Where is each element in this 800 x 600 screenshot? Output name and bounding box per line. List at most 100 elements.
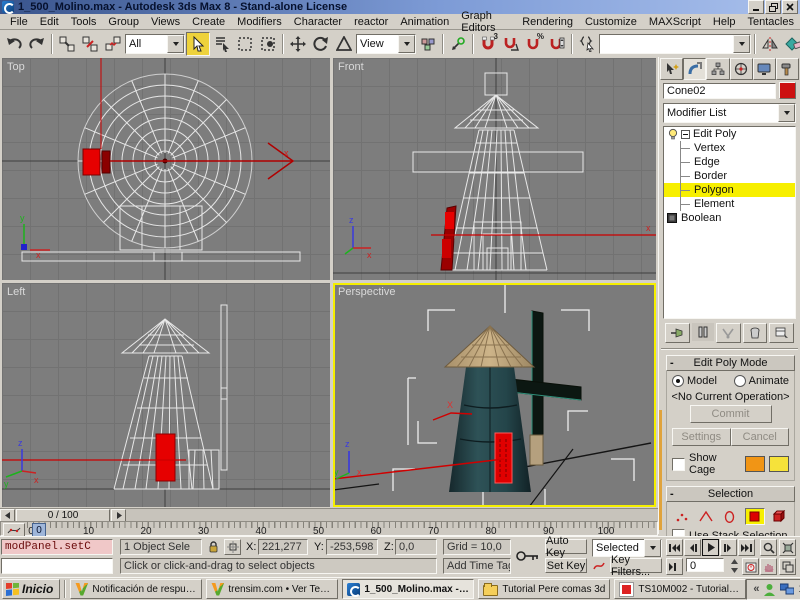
close-button[interactable]	[782, 0, 798, 14]
selection-header[interactable]: - Selection	[666, 486, 795, 502]
menu-item[interactable]: Views	[145, 15, 186, 29]
taskbar-task-button[interactable]: 1_500_Molino.max - ...	[342, 579, 474, 599]
menu-item[interactable]: Help	[707, 15, 742, 29]
select-by-name-icon[interactable]	[211, 33, 233, 55]
taskbar-task-button[interactable]: trensim.com • Ver Tema ...	[206, 579, 338, 599]
polygon-mode-icon[interactable]	[745, 508, 765, 525]
set-key-button[interactable]: Set Key	[545, 558, 587, 573]
remove-modifier-button[interactable]	[743, 323, 768, 343]
hierarchy-tab-icon[interactable]	[706, 58, 729, 80]
stack-subobject-item[interactable]: Polygon	[664, 183, 795, 197]
snap-toggle-3d-icon[interactable]: 3	[477, 33, 499, 55]
open-mini-curve-editor-button[interactable]	[3, 523, 25, 537]
bind-to-space-warp-icon[interactable]	[102, 33, 124, 55]
key-mode-toggle-button[interactable]	[666, 558, 683, 575]
select-and-scale-icon[interactable]	[333, 33, 355, 55]
border-mode-icon[interactable]	[721, 509, 739, 524]
menu-item[interactable]: Create	[186, 15, 231, 29]
network-tray-icon[interactable]	[780, 583, 794, 595]
restore-button[interactable]	[765, 0, 781, 14]
edit-poly-mode-header[interactable]: - Edit Poly Mode	[666, 355, 795, 371]
taskbar-task-button[interactable]: Notificación de respuest...	[70, 579, 202, 599]
settings-button[interactable]: Settings	[672, 428, 731, 446]
menu-item[interactable]: MAXScript	[643, 15, 707, 29]
menu-item[interactable]: Edit	[34, 15, 65, 29]
maximize-viewport-toggle-icon[interactable]	[779, 558, 796, 575]
make-unique-button[interactable]	[716, 323, 741, 343]
z-coord-field[interactable]: 0,0	[395, 539, 437, 555]
stack-subobject-item[interactable]: Edge	[664, 155, 795, 169]
start-button[interactable]: Inicio	[2, 579, 60, 599]
viewport-perspective[interactable]: Perspective	[333, 283, 656, 507]
pin-stack-button[interactable]	[665, 323, 690, 343]
next-frame-button[interactable]	[720, 539, 737, 556]
dropdown-arrow-icon[interactable]	[398, 35, 415, 53]
configure-modifier-sets-button[interactable]	[769, 323, 794, 343]
menu-item[interactable]: File	[4, 15, 34, 29]
time-configuration-button[interactable]	[742, 558, 759, 575]
menu-item[interactable]: Character	[288, 15, 348, 29]
auto-key-button[interactable]: Auto Key	[545, 539, 587, 554]
current-frame-field[interactable]: 0	[686, 558, 724, 572]
zoom-extents-icon[interactable]	[779, 539, 796, 556]
object-name-field[interactable]: Cone02	[663, 83, 776, 99]
show-cage-checkbox[interactable]	[672, 458, 685, 471]
animate-radio[interactable]: Animate	[734, 375, 789, 387]
y-coord-field[interactable]: -253,598	[326, 539, 378, 555]
modify-tab-icon[interactable]	[683, 58, 706, 80]
show-end-result-button[interactable]	[692, 323, 715, 341]
absolute-offset-toggle-icon[interactable]	[224, 539, 241, 555]
frame-spinner[interactable]	[730, 558, 739, 574]
menu-item[interactable]: Rendering	[516, 15, 579, 29]
select-and-link-icon[interactable]	[56, 33, 78, 55]
select-and-rotate-icon[interactable]	[310, 33, 332, 55]
dropdown-arrow-icon[interactable]	[167, 35, 184, 53]
named-selection-sets-icon[interactable]	[576, 33, 598, 55]
stack-subobject-item[interactable]: Element	[664, 197, 795, 211]
select-and-move-icon[interactable]	[287, 33, 309, 55]
percent-snap-toggle-icon[interactable]: %	[523, 33, 545, 55]
frame-forward-arrow[interactable]	[111, 509, 126, 522]
stack-subobject-item[interactable]: Border	[664, 169, 795, 183]
use-center-flyout-icon[interactable]	[417, 33, 439, 55]
play-button[interactable]	[702, 539, 719, 556]
named-selection-dropdown[interactable]	[599, 34, 751, 54]
rollout-collapse-icon[interactable]: -	[670, 488, 674, 500]
viewport-left[interactable]: Left z	[2, 283, 330, 507]
commit-button[interactable]: Commit	[690, 405, 772, 423]
time-slider-handle[interactable]: 0 / 100	[16, 509, 110, 522]
stack-item-boolean[interactable]: Boolean	[664, 211, 795, 225]
menu-item[interactable]: Group	[102, 15, 145, 29]
x-coord-field[interactable]: 221,277	[258, 539, 308, 555]
previous-frame-button[interactable]	[684, 539, 701, 556]
stack-item-edit-poly[interactable]: Edit Poly	[664, 127, 795, 141]
motion-tab-icon[interactable]	[730, 58, 753, 80]
panel-scroll-indicator[interactable]	[659, 410, 662, 530]
menu-item[interactable]: reactor	[348, 15, 394, 29]
viewport-perspective-label[interactable]: Perspective	[338, 286, 395, 298]
default-in-out-tangents-icon[interactable]	[592, 558, 606, 574]
messenger-tray-icon[interactable]	[763, 583, 776, 596]
spinner-snap-toggle-icon[interactable]	[546, 33, 568, 55]
create-tab-icon[interactable]	[660, 58, 683, 80]
unlink-selection-icon[interactable]	[79, 33, 101, 55]
add-time-tag[interactable]: Add Time Tag	[443, 558, 511, 574]
maxscript-mini-listener[interactable]: modPanel.setC	[1, 539, 113, 555]
viewport-front-label[interactable]: Front	[338, 61, 364, 73]
go-to-end-button[interactable]	[738, 539, 755, 556]
undo-button[interactable]	[3, 33, 25, 55]
select-object-button[interactable]	[186, 32, 210, 56]
model-radio[interactable]: Model	[672, 375, 717, 387]
menu-item[interactable]: Customize	[579, 15, 643, 29]
edge-mode-icon[interactable]	[697, 509, 715, 524]
stack-subobject-item[interactable]: Vertex	[664, 141, 795, 155]
cage-color-swatch[interactable]	[745, 456, 765, 472]
go-to-start-button[interactable]	[666, 539, 683, 556]
menu-item[interactable]: Modifiers	[231, 15, 288, 29]
angle-snap-toggle-icon[interactable]	[500, 33, 522, 55]
key-filters-button[interactable]: Key Filters...	[610, 558, 662, 573]
cage-selected-color-swatch[interactable]	[769, 456, 789, 472]
selection-filter-dropdown[interactable]: All	[125, 34, 185, 54]
minimize-button[interactable]	[748, 0, 764, 14]
maxscript-listener-line2[interactable]	[1, 558, 113, 574]
